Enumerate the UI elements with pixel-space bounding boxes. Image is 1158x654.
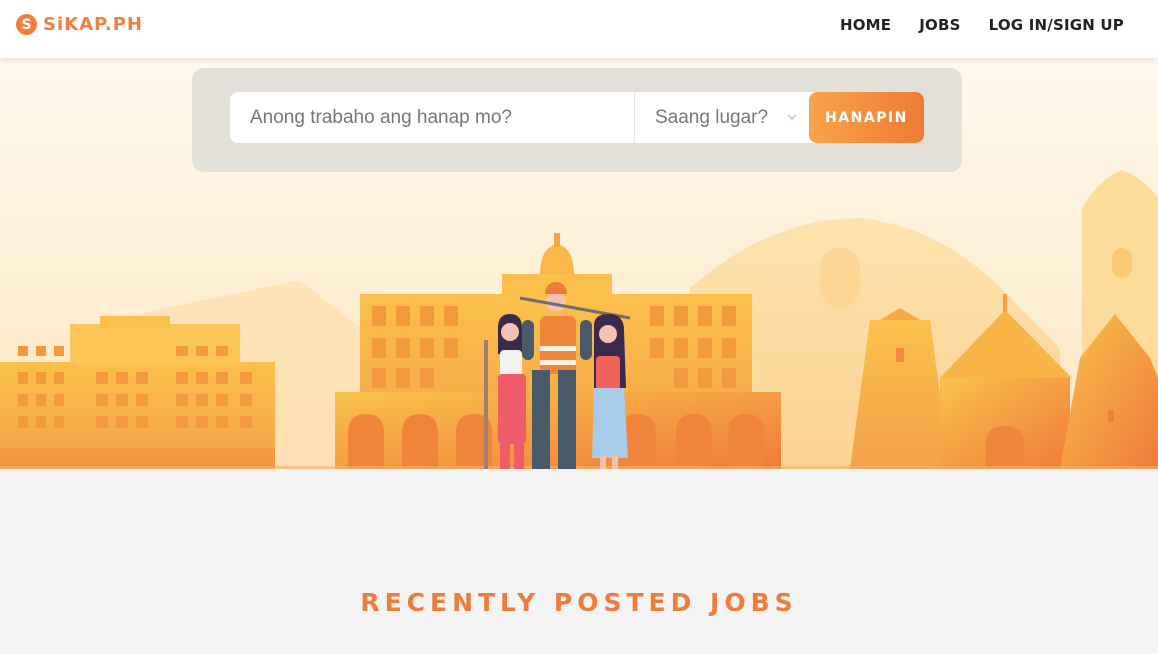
- brand-name: SiKAP.PH: [43, 14, 143, 35]
- location-select-label: Saang lugar?: [655, 107, 769, 128]
- main-nav: HOME JOBS LOG IN/SIGN UP: [840, 16, 1124, 34]
- location-select[interactable]: Saang lugar?: [634, 92, 809, 143]
- search-panel: Saang lugar? HANAPIN: [192, 68, 962, 172]
- nav-jobs-link[interactable]: JOBS: [919, 16, 960, 34]
- nav-login-signup-link[interactable]: LOG IN/SIGN UP: [989, 16, 1124, 34]
- recently-posted-jobs-heading: RECENTLY POSTED JOBS: [360, 588, 798, 617]
- nav-home-link[interactable]: HOME: [840, 16, 891, 34]
- chevron-down-icon: [787, 114, 797, 121]
- hero-banner: Saang lugar? HANAPIN: [0, 58, 1158, 469]
- search-bar: Saang lugar? HANAPIN: [230, 92, 924, 143]
- logo-s-icon: S: [16, 14, 37, 35]
- job-search-input[interactable]: [230, 92, 634, 143]
- brand-logo-link[interactable]: S SiKAP.PH: [16, 14, 143, 35]
- top-navbar: S SiKAP.PH HOME JOBS LOG IN/SIGN UP: [0, 0, 1158, 58]
- search-button[interactable]: HANAPIN: [809, 92, 924, 143]
